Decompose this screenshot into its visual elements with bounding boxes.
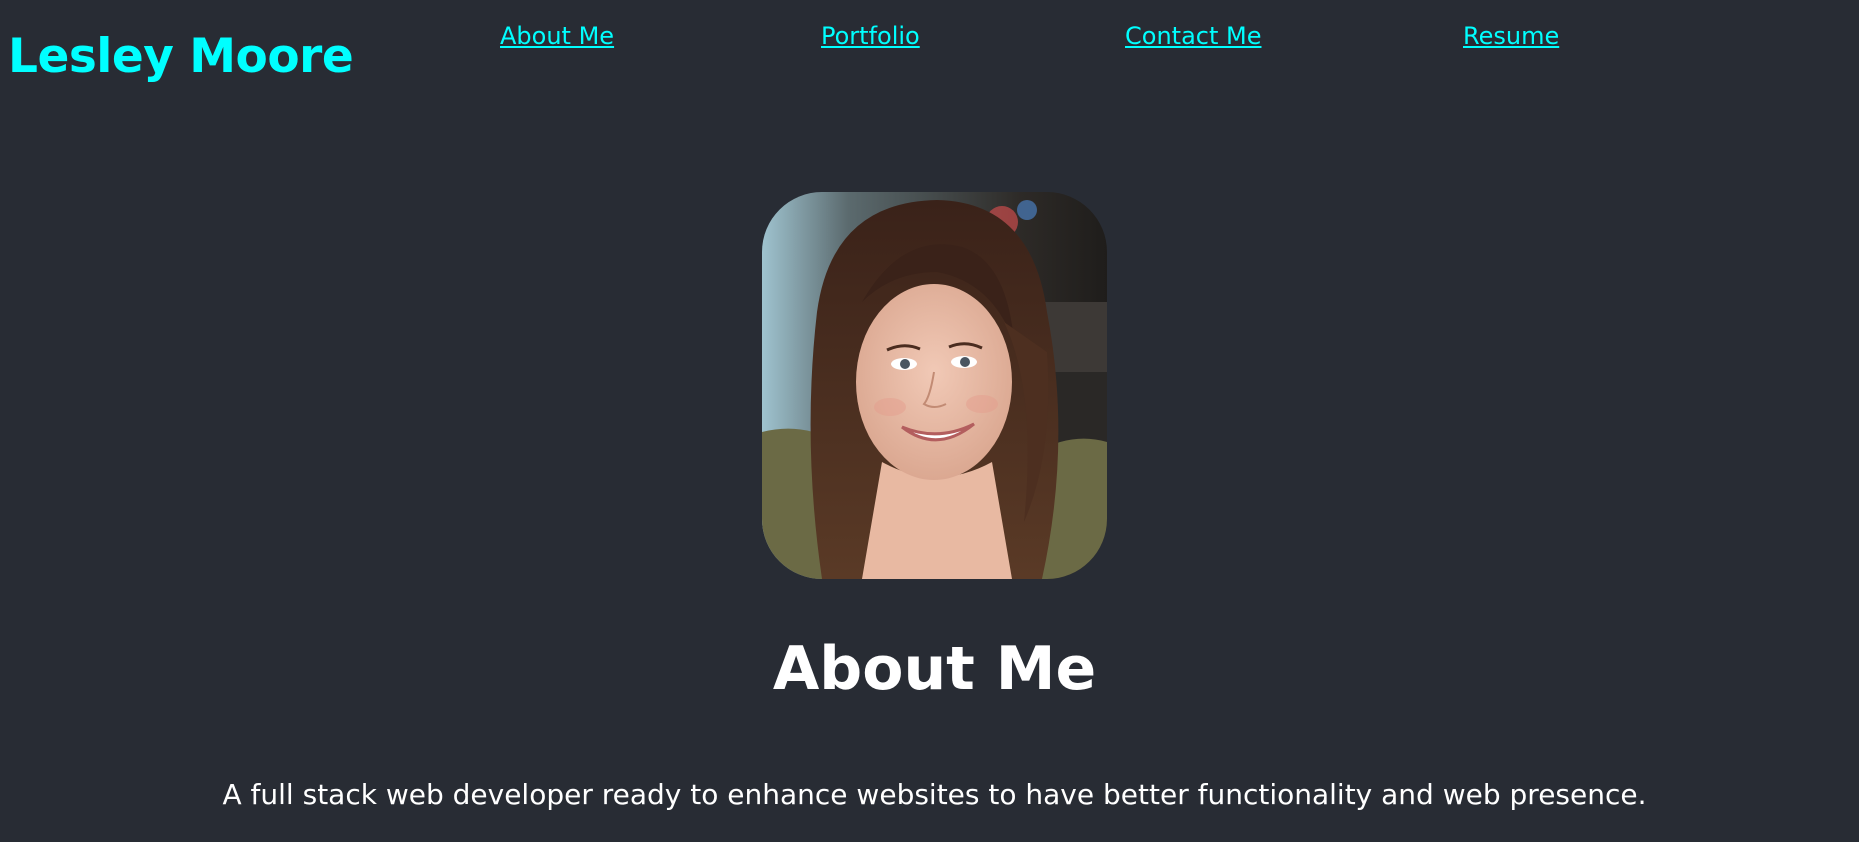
nav-link-contact-me[interactable]: Contact Me — [1125, 20, 1261, 52]
nav-link-portfolio[interactable]: Portfolio — [821, 20, 920, 52]
bio-text: A full stack web developer ready to enha… — [222, 778, 1647, 811]
profile-photo — [762, 192, 1107, 579]
nav-link-resume[interactable]: Resume — [1463, 20, 1559, 52]
brand-title: Lesley Moore — [8, 29, 354, 84]
page: Lesley Moore About Me Portfolio Contact … — [0, 0, 1859, 842]
profile-photo-illustration — [762, 192, 1107, 579]
nav-link-about-me[interactable]: About Me — [500, 20, 614, 52]
site-header: Lesley Moore About Me Portfolio Contact … — [0, 0, 1859, 110]
about-me-heading: About Me — [772, 634, 1097, 704]
